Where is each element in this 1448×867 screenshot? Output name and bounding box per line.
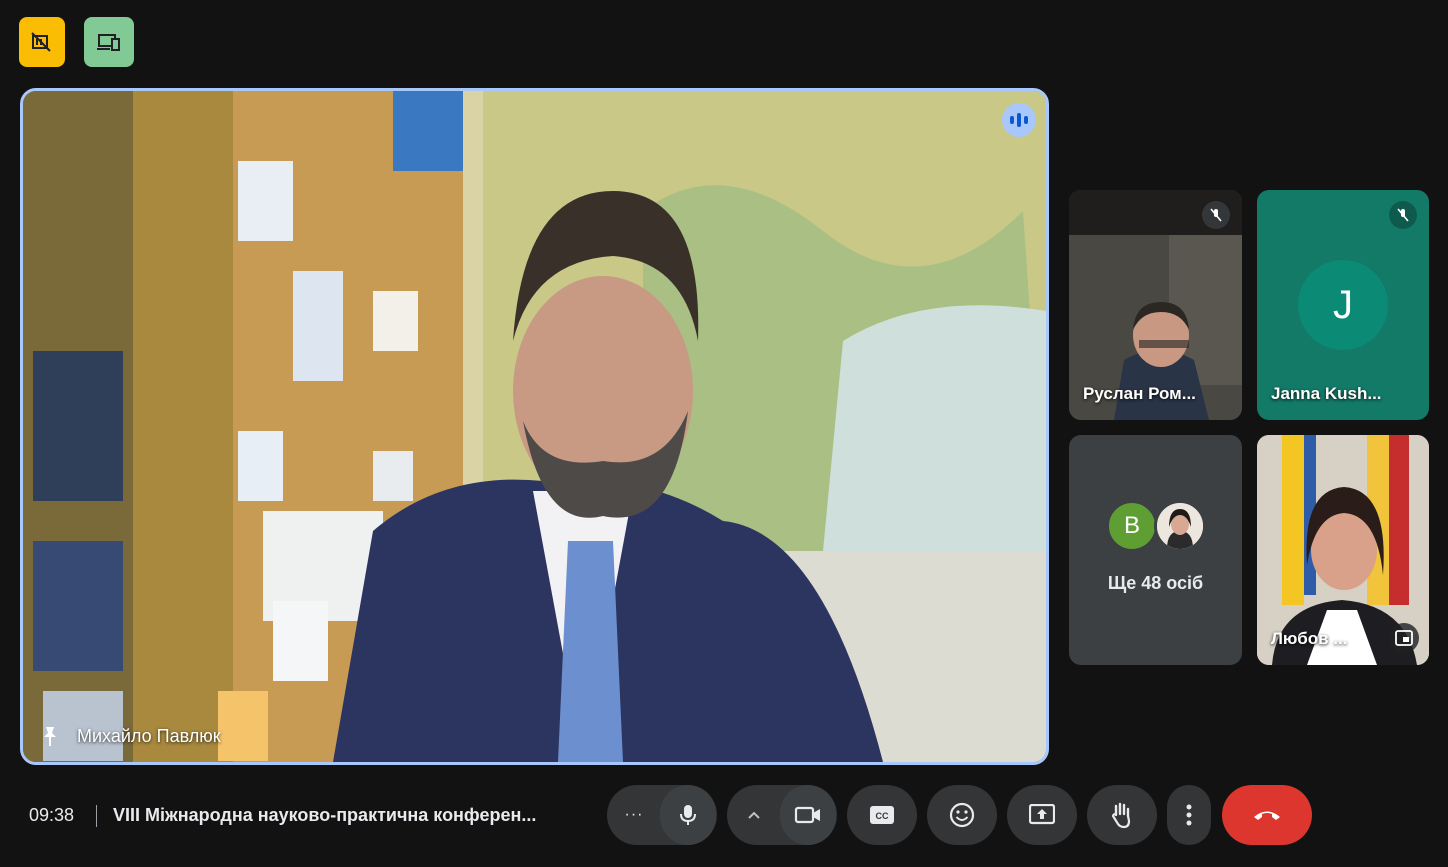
more-options-button[interactable] bbox=[1167, 785, 1211, 845]
raise-hand-icon bbox=[1111, 802, 1131, 829]
pin-icon[interactable] bbox=[39, 724, 61, 748]
reactions-button[interactable] bbox=[927, 785, 997, 845]
video-controls bbox=[727, 785, 837, 845]
participant-tile-janna[interactable]: J Janna Kush... bbox=[1257, 190, 1429, 420]
present-screen-button[interactable] bbox=[1007, 785, 1077, 845]
microphone-icon bbox=[680, 805, 696, 825]
participant-tile-ruslan[interactable]: Руслан Ром... bbox=[1069, 190, 1242, 420]
closed-captions-icon: CC bbox=[870, 806, 894, 824]
picture-in-picture-icon[interactable] bbox=[1389, 623, 1419, 653]
present-screen-icon bbox=[1029, 804, 1055, 825]
mic-off-icon bbox=[1389, 201, 1417, 229]
meeting-clock: 09:38 bbox=[29, 805, 75, 825]
participant-name: Janna Kush... bbox=[1271, 384, 1382, 403]
more-dots-icon: ··· bbox=[624, 806, 644, 823]
camera-icon bbox=[794, 806, 820, 824]
main-speaker-tile[interactable]: Михайло Павлюк bbox=[20, 88, 1049, 765]
speaker-video-feed bbox=[23, 91, 1046, 762]
svg-text:CC: CC bbox=[876, 811, 889, 821]
devices-icon bbox=[97, 34, 120, 51]
chevron-up-icon bbox=[748, 811, 760, 819]
leave-call-button[interactable] bbox=[1222, 785, 1312, 845]
meeting-title: VIII Міжнародна науково-практична конфер… bbox=[113, 805, 537, 825]
avatar bbox=[1154, 500, 1206, 552]
avatar: B bbox=[1106, 500, 1158, 552]
participant-name: Любов ... bbox=[1271, 629, 1348, 648]
no-video-grid-icon bbox=[31, 32, 51, 52]
companion-devices-button[interactable] bbox=[84, 17, 134, 67]
control-bar: 09:38 VIII Міжнародна науково-практична … bbox=[0, 785, 1448, 847]
emoji-icon bbox=[949, 802, 975, 828]
raise-hand-button[interactable] bbox=[1087, 785, 1157, 845]
speaking-indicator-icon bbox=[1002, 103, 1036, 137]
mic-off-icon bbox=[1202, 201, 1230, 229]
video-off-layout-button[interactable] bbox=[19, 17, 65, 67]
main-speaker-name: Михайло Павлюк bbox=[77, 725, 221, 746]
audio-options-button[interactable]: ··· bbox=[608, 785, 660, 845]
captions-button[interactable]: CC bbox=[847, 785, 917, 845]
participant-tile-liubov[interactable]: Любов ... bbox=[1257, 435, 1429, 665]
audio-controls: ··· bbox=[607, 785, 717, 845]
microphone-button[interactable] bbox=[660, 785, 716, 845]
video-options-button[interactable] bbox=[728, 785, 780, 845]
end-call-icon bbox=[1254, 811, 1280, 820]
participant-name: Руслан Ром... bbox=[1083, 384, 1196, 403]
more-participants-count: Ще 48 осіб bbox=[1107, 573, 1204, 593]
divider bbox=[96, 805, 97, 827]
camera-button[interactable] bbox=[780, 785, 836, 845]
more-participants-tile[interactable]: B Ще 48 осіб bbox=[1069, 435, 1242, 665]
more-vert-icon bbox=[1186, 804, 1192, 826]
avatar: J bbox=[1298, 260, 1388, 350]
